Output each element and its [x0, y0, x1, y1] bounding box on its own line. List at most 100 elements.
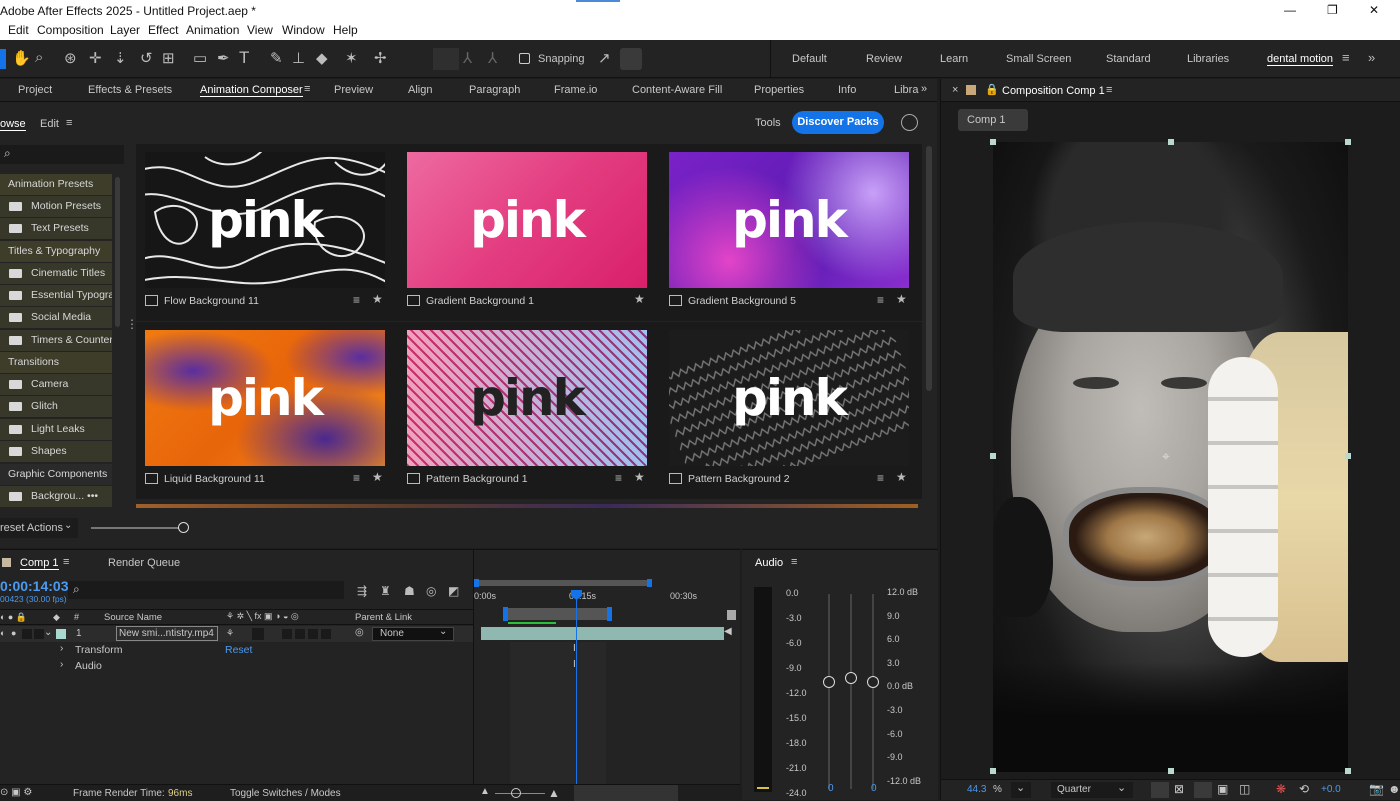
workspace-dental-motion[interactable]: dental motion: [1267, 53, 1334, 66]
audio-group[interactable]: Audio: [75, 660, 102, 672]
category-animation-presets[interactable]: Animation Presets: [0, 174, 112, 195]
preset-actions-dropdown[interactable]: reset Actions ⌄: [0, 518, 78, 538]
transform-handle[interactable]: [990, 453, 996, 459]
tab-paragraph[interactable]: Paragraph: [469, 84, 520, 96]
comp-marker-icon[interactable]: [727, 610, 736, 620]
category-social-media[interactable]: Social Media: [0, 307, 112, 328]
discover-packs-button[interactable]: Discover Packs: [792, 111, 884, 134]
layer-label-color[interactable]: [56, 629, 66, 639]
tabs-overflow-icon[interactable]: »: [921, 83, 927, 95]
category-cinematic-titles[interactable]: Cinematic Titles: [0, 263, 112, 284]
menu-effect[interactable]: Effect: [148, 23, 178, 37]
search-input[interactable]: ⌕: [0, 145, 124, 164]
menu-help[interactable]: Help: [333, 23, 358, 37]
category-essential-typography[interactable]: Essential Typogra: [0, 285, 112, 306]
comp-menu-icon[interactable]: ≡: [1106, 84, 1112, 96]
rotate-tool-icon[interactable]: ↺: [140, 51, 153, 67]
layer-row[interactable]: ◐ ● ⌄ 1 New smi...ntistry.mp4 ⚘ ◎ None ⌄: [0, 626, 474, 642]
roto-brush-tool-icon[interactable]: ✶: [345, 51, 358, 67]
layer-name-field[interactable]: New smi...ntistry.mp4: [116, 626, 218, 641]
category-camera[interactable]: Camera: [0, 374, 112, 395]
menu-window[interactable]: Window: [282, 23, 325, 37]
category-glitch[interactable]: Glitch: [0, 396, 112, 417]
tab-render-queue[interactable]: Render Queue: [108, 557, 180, 569]
navigator-start-handle[interactable]: [474, 579, 479, 587]
expand-audio-icon[interactable]: ›: [60, 659, 63, 670]
axis-world-icon[interactable]: ⅄: [463, 51, 472, 67]
comp-viewer-image[interactable]: [993, 142, 1348, 772]
expand-chevron-icon[interactable]: ⌄: [44, 627, 52, 638]
timeline-scrollbar[interactable]: [574, 785, 678, 801]
expand-transform-icon[interactable]: ›: [60, 643, 63, 654]
tab-align[interactable]: Align: [408, 84, 432, 96]
tab-properties[interactable]: Properties: [754, 84, 804, 96]
exposure-value[interactable]: +0.0: [1321, 784, 1341, 795]
layer-duration-bar[interactable]: [481, 627, 724, 640]
switch-box[interactable]: [282, 629, 292, 639]
category-motion-presets[interactable]: Motion Presets: [0, 196, 112, 217]
menu-edit[interactable]: Edit: [8, 23, 29, 37]
rectangle-tool-icon[interactable]: ▭: [193, 51, 207, 67]
shy-layers-icon[interactable]: ☗: [404, 583, 415, 599]
anchor-point-icon[interactable]: ⌖: [1162, 448, 1170, 465]
snapping-checkbox[interactable]: [519, 53, 530, 64]
axis-view-icon[interactable]: ⅄: [488, 51, 497, 67]
transform-handle[interactable]: [990, 139, 996, 145]
source-name-header[interactable]: Source Name: [104, 612, 162, 623]
keyframe-nav-icon[interactable]: I: [573, 659, 576, 670]
axis-local-icon[interactable]: [433, 48, 459, 70]
minimize-button[interactable]: —: [1284, 3, 1296, 17]
grid-guides-icon[interactable]: ▣: [1217, 782, 1228, 796]
reset-link[interactable]: Reset: [225, 644, 252, 656]
workspace-libraries[interactable]: Libraries: [1187, 53, 1229, 65]
account-icon[interactable]: [901, 114, 918, 131]
type-tool-icon[interactable]: T: [239, 49, 249, 66]
switch-box[interactable]: [308, 629, 318, 639]
region-of-interest-icon[interactable]: [1151, 782, 1169, 798]
tab-audio[interactable]: Audio: [755, 557, 783, 569]
thumbnail-size-handle[interactable]: [178, 522, 189, 533]
tab-comp1[interactable]: Comp 1: [20, 557, 59, 570]
zoom-tool-icon[interactable]: ⌕: [35, 50, 43, 66]
tab-preview[interactable]: Preview: [334, 84, 373, 96]
preset-menu-icon[interactable]: ≡: [877, 471, 884, 485]
anchor-tool-icon[interactable]: ⊞: [162, 51, 175, 67]
solo-switch[interactable]: [22, 629, 32, 639]
eraser-tool-icon[interactable]: ◆: [316, 51, 328, 67]
menu-layer[interactable]: Layer: [110, 23, 140, 37]
tools-link[interactable]: Tools: [755, 117, 781, 129]
cards-scrollbar[interactable]: [926, 146, 932, 391]
channel-icon[interactable]: ◫: [1239, 782, 1250, 796]
menu-view[interactable]: View: [247, 23, 273, 37]
switch-box[interactable]: [295, 629, 305, 639]
orbit-tool-icon[interactable]: ⊛: [64, 51, 77, 67]
tab-content-aware-fill[interactable]: Content-Aware Fill: [632, 84, 722, 96]
brush-tool-icon[interactable]: ✎: [270, 51, 283, 67]
transform-handle[interactable]: [1168, 768, 1174, 774]
playhead-line[interactable]: [576, 594, 577, 801]
category-shapes[interactable]: Shapes: [0, 441, 112, 462]
snap-edges-icon[interactable]: ↗: [598, 51, 611, 67]
fader-left-handle[interactable]: [823, 676, 835, 688]
category-light-leaks[interactable]: Light Leaks: [0, 419, 112, 440]
preset-card[interactable]: pink Gradient Background 5 ≡ ★: [660, 144, 922, 321]
left-level-value[interactable]: 0: [828, 783, 834, 794]
dolly-tool-icon[interactable]: ⇣: [114, 51, 127, 67]
timeline-menu-icon[interactable]: ≡: [63, 556, 69, 568]
lock-icon[interactable]: 🔒: [985, 83, 999, 96]
transform-handle[interactable]: [1345, 453, 1351, 459]
transform-group[interactable]: Transform: [75, 644, 122, 656]
work-area-end[interactable]: [607, 607, 612, 621]
transform-handle[interactable]: [1345, 768, 1351, 774]
favorite-star-icon[interactable]: ★: [896, 292, 907, 306]
parent-dropdown[interactable]: None ⌄: [372, 626, 454, 641]
draft-3d-icon[interactable]: ♜: [380, 583, 391, 599]
zoom-in-icon[interactable]: ▲: [548, 786, 560, 800]
audio-menu-icon[interactable]: ≡: [791, 556, 797, 568]
preset-menu-icon[interactable]: ≡: [353, 293, 360, 307]
preset-menu-icon[interactable]: ≡: [615, 471, 622, 485]
category-titles-typography[interactable]: Titles & Typography: [0, 241, 112, 262]
work-area-start[interactable]: [503, 607, 508, 621]
category-backgrounds[interactable]: Backgrou... •••: [0, 486, 112, 507]
transform-handle[interactable]: [1345, 139, 1351, 145]
